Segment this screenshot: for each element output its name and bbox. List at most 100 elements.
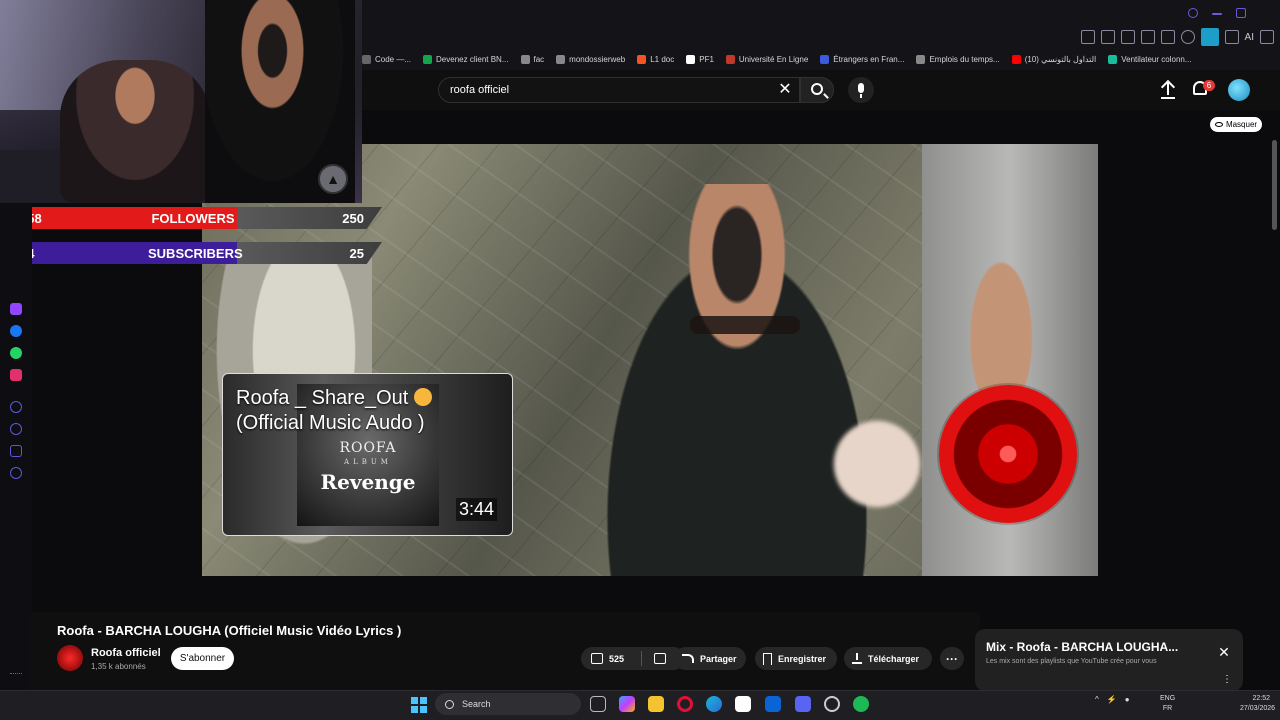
upload-icon-base bbox=[1161, 97, 1175, 99]
bookmark-icon bbox=[763, 652, 772, 665]
windows-start-icon[interactable] bbox=[411, 697, 427, 713]
dislike-button[interactable] bbox=[654, 653, 666, 664]
close-mix-button[interactable]: ✕ bbox=[1217, 645, 1231, 659]
history-icon[interactable] bbox=[10, 423, 22, 435]
play-icon[interactable] bbox=[1160, 30, 1175, 44]
messenger-icon[interactable] bbox=[10, 325, 22, 337]
like-button[interactable]: 525 bbox=[581, 647, 641, 670]
screenshot-icon[interactable] bbox=[1100, 30, 1115, 44]
clock-date: 27/03/2026 bbox=[1240, 705, 1276, 712]
shield-icon[interactable] bbox=[1120, 30, 1135, 44]
downloads-icon[interactable] bbox=[1224, 30, 1239, 44]
bookmark-item[interactable]: التداول بالتونسي (10) bbox=[1011, 54, 1096, 64]
player-icon[interactable] bbox=[10, 401, 22, 413]
page-scrollbar[interactable] bbox=[1272, 140, 1277, 230]
clock-time: 22:52 bbox=[1252, 695, 1270, 702]
channel-name[interactable]: Roofa officiel bbox=[91, 647, 161, 659]
chevron-up-icon[interactable]: ^ bbox=[1095, 695, 1099, 704]
download-button[interactable]: Télécharger bbox=[844, 647, 932, 670]
discord-icon[interactable] bbox=[795, 696, 811, 712]
user-avatar[interactable] bbox=[1228, 79, 1250, 101]
mail-icon[interactable] bbox=[765, 696, 781, 712]
search-icon bbox=[811, 83, 823, 95]
subscribers-label: SUBSCRIBERS bbox=[148, 245, 243, 261]
more-icon[interactable] bbox=[10, 673, 22, 675]
bookmarks-bar: Code —... Devenez client BN... fac mondossi… bbox=[362, 51, 1192, 67]
box-icon[interactable] bbox=[10, 445, 22, 457]
task-view-icon[interactable] bbox=[590, 696, 606, 712]
search-button[interactable] bbox=[800, 77, 834, 103]
voice-search-button[interactable] bbox=[848, 77, 874, 103]
clear-search-icon[interactable]: ✕ bbox=[775, 80, 795, 100]
windows-taskbar bbox=[0, 690, 1280, 720]
save-button[interactable]: Enregistrer bbox=[755, 647, 837, 670]
heart-icon[interactable] bbox=[1180, 30, 1195, 44]
steam-icon[interactable] bbox=[824, 696, 840, 712]
share-icon bbox=[682, 654, 694, 663]
taskbar-search[interactable]: Search bbox=[435, 693, 581, 715]
menu-icon[interactable] bbox=[1260, 30, 1274, 44]
copilot-icon[interactable] bbox=[619, 696, 635, 712]
close-window-icon[interactable] bbox=[1260, 8, 1270, 18]
subscribe-button[interactable]: S'abonner bbox=[171, 647, 234, 670]
bookmark-label: Devenez client BN... bbox=[436, 54, 509, 64]
bookmark-item[interactable]: Emplois du temps... bbox=[916, 54, 1000, 64]
mic-tray-icon[interactable]: ● bbox=[1125, 695, 1130, 704]
ai-button[interactable]: AI bbox=[1245, 32, 1254, 43]
file-explorer-icon[interactable] bbox=[648, 696, 664, 712]
now-playing-duration: 3:44 bbox=[456, 498, 498, 521]
hide-button[interactable]: Masquer bbox=[1210, 117, 1262, 132]
bookmark-label: PF1 bbox=[699, 54, 714, 64]
settings-icon[interactable] bbox=[10, 467, 22, 479]
search-query: roofa officiel bbox=[450, 84, 510, 96]
bookmark-favicon-icon bbox=[686, 54, 696, 64]
mix-title[interactable]: Mix - Roofa - BARCHA LOUGHA... bbox=[986, 640, 1178, 654]
followers-goal-bar: 158 FOLLOWERS 250 bbox=[0, 207, 382, 229]
whatsapp-icon[interactable] bbox=[10, 347, 22, 359]
language-indicator[interactable]: ENG FR bbox=[1160, 694, 1175, 714]
album-word: ALBUM bbox=[344, 458, 392, 466]
search-tab-icon[interactable] bbox=[1188, 8, 1198, 18]
clock[interactable]: 22:52 27/03/2026 bbox=[1240, 694, 1276, 714]
more-actions-button[interactable]: ··· bbox=[940, 647, 964, 670]
share-button[interactable]: Partager bbox=[674, 647, 746, 670]
browser-sidebar bbox=[0, 203, 32, 693]
download-icon bbox=[852, 653, 862, 664]
pin-icon[interactable] bbox=[1080, 30, 1095, 44]
extension-icon[interactable] bbox=[1200, 28, 1219, 46]
search-input[interactable]: roofa officiel bbox=[438, 77, 800, 103]
divider bbox=[641, 651, 642, 666]
mix-more-icon[interactable]: ⋮ bbox=[1222, 674, 1232, 685]
spotify-icon[interactable] bbox=[853, 696, 869, 712]
instagram-icon[interactable] bbox=[10, 369, 22, 381]
bookmark-favicon-icon bbox=[1108, 54, 1118, 64]
store-icon[interactable] bbox=[735, 696, 751, 712]
bookmark-item[interactable]: PF1 bbox=[686, 54, 714, 64]
bookmark-item[interactable]: Étrangers en Fran... bbox=[820, 54, 904, 64]
like-dislike-group: 525 bbox=[581, 647, 685, 670]
hide-label: Masquer bbox=[1225, 120, 1258, 129]
minimize-icon[interactable] bbox=[1212, 13, 1222, 15]
eye-off-icon bbox=[1214, 122, 1223, 127]
like-count: 525 bbox=[609, 653, 625, 664]
save-label: Enregistrer bbox=[778, 653, 827, 664]
opera-icon[interactable] bbox=[677, 696, 693, 712]
bookmark-item[interactable]: Code —... bbox=[362, 54, 411, 64]
video-title: Roofa - BARCHA LOUGHA (Officiel Music Vi… bbox=[57, 623, 402, 638]
bookmark-item[interactable]: Ventilateur colonn... bbox=[1108, 54, 1192, 64]
translate-icon[interactable] bbox=[1140, 30, 1155, 44]
edge-icon[interactable] bbox=[706, 696, 722, 712]
bookmark-item[interactable]: Devenez client BN... bbox=[423, 54, 509, 64]
bookmark-item[interactable]: fac bbox=[520, 54, 544, 64]
twitch-icon[interactable] bbox=[10, 303, 22, 315]
webcam-feed: ▲ bbox=[0, 0, 362, 203]
restore-icon[interactable] bbox=[1236, 8, 1246, 18]
bookmark-label: Emplois du temps... bbox=[929, 54, 1000, 64]
bookmark-item[interactable]: mondossierweb bbox=[556, 54, 625, 64]
emoji-icon bbox=[413, 388, 432, 406]
channel-avatar[interactable] bbox=[57, 645, 83, 671]
system-tray: ^ ⚡ ● bbox=[1095, 695, 1130, 704]
bookmark-item[interactable]: L1 doc bbox=[637, 54, 674, 64]
network-icon[interactable]: ⚡ bbox=[1107, 695, 1117, 704]
bookmark-item[interactable]: Université En Ligne bbox=[725, 54, 808, 64]
